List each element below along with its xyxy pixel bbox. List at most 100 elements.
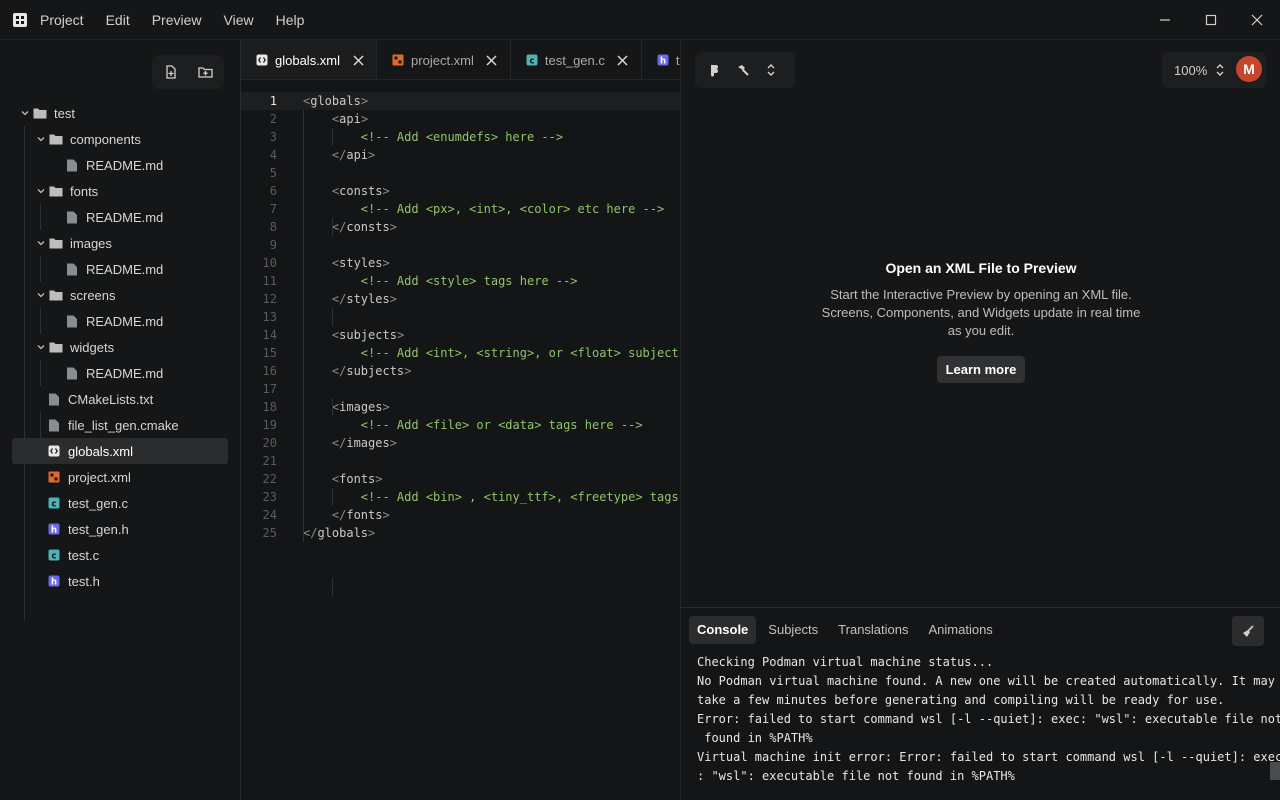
folder-icon (49, 340, 63, 354)
code-text: </images> (277, 434, 397, 452)
tree-file[interactable]: README.md (12, 256, 228, 282)
close-icon[interactable] (1234, 0, 1280, 40)
tab-subjects[interactable]: Subjects (760, 616, 826, 644)
chevron-down-icon[interactable] (34, 340, 48, 354)
maximize-icon[interactable] (1188, 0, 1234, 40)
line-number: 15 (262, 346, 277, 360)
chevron-down-icon[interactable] (34, 236, 48, 250)
tree-folder[interactable]: fonts (12, 178, 228, 204)
figma-icon[interactable] (701, 55, 729, 85)
tab-te[interactable]: hte (642, 40, 680, 79)
close-icon[interactable] (617, 54, 629, 66)
code-text: <subjects> (277, 326, 404, 344)
tree-file[interactable]: h test.h (12, 568, 228, 594)
code-line: 20 </images> (241, 434, 680, 452)
tab-console[interactable]: Console (689, 616, 757, 644)
tree-file[interactable]: project.xml (12, 464, 228, 490)
xml-globals-icon (47, 444, 61, 458)
tree-label: screens (70, 287, 116, 303)
line-number: 24 (262, 508, 277, 522)
tab-animations[interactable]: Animations (921, 616, 1001, 644)
code-text: <!-- Add <bin> , <tiny_ttf>, <freetype> … (277, 488, 679, 506)
code-comment: <!-- Add <bin> , <tiny_ttf>, <freetype> … (360, 490, 679, 504)
line-number: 20 (262, 436, 277, 450)
svg-text:h: h (51, 525, 57, 535)
tree-file[interactable]: README.md (12, 308, 228, 334)
menu-view[interactable]: View (213, 0, 265, 40)
line-number: 2 (269, 112, 277, 126)
hammer-icon[interactable] (729, 55, 757, 85)
chevron-updown-icon[interactable] (757, 55, 785, 85)
chevron-down-icon[interactable] (34, 184, 48, 198)
code-token: > (360, 94, 369, 108)
tree-folder[interactable]: images (12, 230, 228, 256)
menu-help[interactable]: Help (265, 0, 316, 40)
chevron-down-icon[interactable] (18, 106, 32, 120)
avatar[interactable]: M (1236, 56, 1262, 82)
line-number: 1 (269, 94, 277, 108)
tab-test-gen-c[interactable]: c test_gen.c (511, 40, 642, 79)
code-area[interactable]: 1 <globals> 2 <api> 3 <!-- Add <enumdefs> h… (241, 92, 680, 596)
c-file-icon: c (47, 548, 61, 562)
code-comment: <!-- Add <file> or <data> tags here --> (360, 418, 643, 432)
tree-file[interactable]: file_list_gen.cmake (12, 412, 228, 438)
preview-empty-state: Open an XML File to Preview Start the In… (681, 260, 1280, 383)
chevron-down-icon[interactable] (34, 288, 48, 302)
code-text: <styles> (277, 254, 390, 272)
tree-folder[interactable]: widgets (12, 334, 228, 360)
code-text: <fonts> (277, 470, 383, 488)
menu-edit[interactable]: Edit (95, 0, 141, 40)
code-line: 6 <consts> (241, 182, 680, 200)
console-scrollbar[interactable] (1270, 762, 1280, 780)
line-number: 17 (262, 382, 277, 396)
folder-icon (49, 184, 63, 198)
tree-file[interactable]: README.md (12, 152, 228, 178)
tab-project-xml[interactable]: project.xml (377, 40, 511, 79)
indent-guide (332, 308, 333, 326)
file-icon (47, 418, 61, 432)
tree-label: README.md (86, 209, 164, 225)
close-icon[interactable] (486, 54, 498, 66)
line-number: 3 (269, 130, 277, 144)
code-tag: api (339, 112, 361, 126)
new-file-icon[interactable] (154, 57, 188, 87)
code-token: > (360, 112, 369, 126)
tree-file[interactable]: globals.xml (12, 438, 228, 464)
tree-file[interactable]: CMakeLists.txt (12, 386, 228, 412)
close-icon[interactable] (352, 54, 364, 66)
menu-preview[interactable]: Preview (141, 0, 213, 40)
tree-label: project.xml (68, 469, 131, 485)
code-tag: images (346, 436, 390, 450)
line-number: 12 (262, 292, 277, 306)
minimize-icon[interactable] (1142, 0, 1188, 40)
menu-project[interactable]: Project (40, 0, 95, 40)
tree-file[interactable]: README.md (12, 204, 228, 230)
folder-icon (49, 236, 63, 250)
code-text: </subjects> (277, 362, 411, 380)
svg-text:h: h (660, 56, 666, 66)
h-file-icon: h (47, 574, 61, 588)
code-line: 25 </globals> (241, 524, 680, 542)
code-tag: styles (346, 292, 390, 306)
broom-icon[interactable] (1232, 616, 1264, 646)
tree-file[interactable]: h test_gen.h (12, 516, 228, 542)
code-line: 14 <subjects> (241, 326, 680, 344)
learn-more-button[interactable]: Learn more (936, 356, 1026, 383)
line-number: 14 (262, 328, 277, 342)
tree-label: components (70, 131, 141, 147)
tree-file[interactable]: c test_gen.c (12, 490, 228, 516)
tab-translations[interactable]: Translations (830, 616, 916, 644)
tree-folder[interactable]: test (12, 100, 228, 126)
chevron-down-icon[interactable] (34, 132, 48, 146)
tree-file[interactable]: c test.c (12, 542, 228, 568)
console-line: take a few minutes before generating and… (697, 693, 1225, 707)
tab-globals-xml[interactable]: globals.xml (241, 40, 378, 79)
tree-folder[interactable]: components (12, 126, 228, 152)
new-folder-icon[interactable] (188, 57, 222, 87)
code-tag: consts (339, 184, 383, 198)
tree-folder[interactable]: screens (12, 282, 228, 308)
svg-text:c: c (51, 499, 56, 509)
tree-file[interactable]: README.md (12, 360, 228, 386)
